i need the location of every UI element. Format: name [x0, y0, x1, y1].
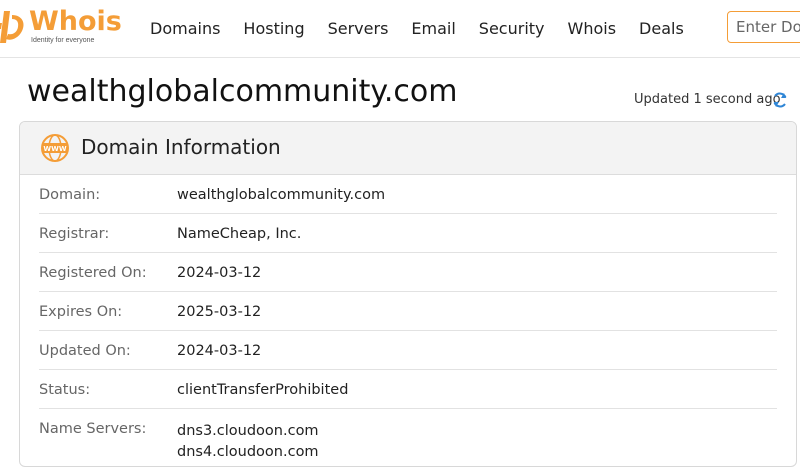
info-row-updated-on: Updated On: 2024-03-12	[39, 331, 777, 370]
nav-email[interactable]: Email	[411, 19, 455, 38]
info-row-expires-on: Expires On: 2025-03-12	[39, 292, 777, 331]
top-navigation-bar: Whois Identity for everyone Domains Host…	[0, 0, 800, 58]
logo-mark-icon	[0, 11, 24, 43]
row-label: Expires On:	[39, 304, 123, 320]
row-value: NameCheap, Inc.	[177, 226, 302, 242]
page-title: wealthglobalcommunity.com	[27, 74, 458, 109]
row-value: 2024-03-12	[177, 265, 262, 281]
main-nav: Domains Hosting Servers Email Security W…	[150, 0, 707, 57]
nav-domains[interactable]: Domains	[150, 19, 220, 38]
info-row-registered-on: Registered On: 2024-03-12	[39, 253, 777, 292]
row-label: Registrar:	[39, 226, 110, 242]
logo-tagline: Identity for everyone	[31, 37, 95, 44]
www-icon: WWW	[41, 134, 69, 162]
row-value: wealthglobalcommunity.com	[177, 187, 386, 203]
info-row-status: Status: clientTransferProhibited	[39, 370, 777, 409]
row-value-list: dns3.cloudoon.com dns4.cloudoon.com	[177, 421, 319, 463]
whois-logo[interactable]: Whois Identity for everyone	[0, 6, 130, 50]
row-value: clientTransferProhibited	[177, 382, 349, 398]
updated-status: Updated 1 second ago	[634, 92, 781, 107]
refresh-icon[interactable]	[771, 91, 789, 109]
domain-information-card: WWW Domain Information Domain: wealthglo…	[19, 121, 797, 467]
row-label: Name Servers:	[39, 421, 147, 437]
nav-servers[interactable]: Servers	[328, 19, 389, 38]
logo-wordmark: Whois	[29, 6, 122, 37]
row-label: Status:	[39, 382, 91, 398]
info-row-name-servers: Name Servers: dns3.cloudoon.com dns4.clo…	[39, 409, 777, 466]
row-label: Updated On:	[39, 343, 131, 359]
name-server-item: dns3.cloudoon.com	[177, 423, 319, 439]
info-row-domain: Domain: wealthglobalcommunity.com	[39, 175, 777, 214]
domain-search-input[interactable]	[727, 11, 800, 43]
name-server-item: dns4.cloudoon.com	[177, 444, 319, 460]
svg-text:WWW: WWW	[43, 145, 66, 153]
nav-whois[interactable]: Whois	[568, 19, 617, 38]
nav-security[interactable]: Security	[479, 19, 545, 38]
nav-hosting[interactable]: Hosting	[243, 19, 304, 38]
card-header: WWW Domain Information	[20, 122, 796, 175]
row-label: Domain:	[39, 187, 101, 203]
info-row-registrar: Registrar: NameCheap, Inc.	[39, 214, 777, 253]
nav-deals[interactable]: Deals	[639, 19, 684, 38]
row-value: 2024-03-12	[177, 343, 262, 359]
row-value: 2025-03-12	[177, 304, 262, 320]
card-title: Domain Information	[81, 135, 281, 159]
row-label: Registered On:	[39, 265, 147, 281]
